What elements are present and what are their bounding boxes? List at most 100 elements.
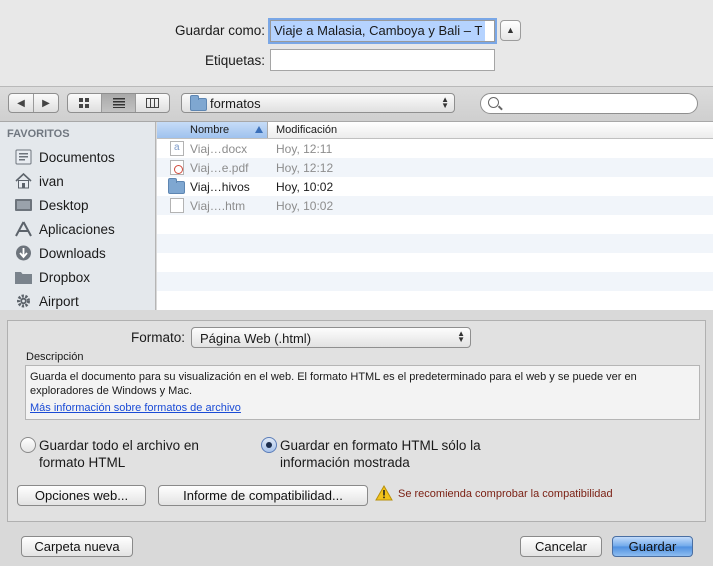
back-button[interactable]: ◀ xyxy=(9,94,34,112)
file-modified: Hoy, 10:02 xyxy=(276,199,334,213)
search-input[interactable] xyxy=(503,96,688,111)
tags-input[interactable] xyxy=(270,49,495,71)
folder-icon xyxy=(190,95,207,111)
sidebar-item-label: Aplicaciones xyxy=(39,221,115,237)
table-row[interactable]: Viaj….htm Hoy, 10:02 xyxy=(157,196,713,215)
downloads-icon xyxy=(14,245,33,261)
file-list: Nombre Modificación Viaj…docx Hoy, 12:11… xyxy=(157,122,713,310)
list-view-button[interactable] xyxy=(102,94,136,112)
name-column-header[interactable]: Nombre xyxy=(157,122,268,138)
sidebar-item-documentos[interactable]: Documentos xyxy=(14,145,115,169)
sidebar-item-label: Airport xyxy=(39,293,79,309)
new-folder-button[interactable]: Carpeta nueva xyxy=(21,536,133,557)
save-header: Guardar como: Viaje a Malasia, Camboya y… xyxy=(0,0,713,86)
icon-view-button[interactable] xyxy=(68,94,102,112)
chevron-updown-icon: ▲ ▼ xyxy=(457,329,465,344)
format-select[interactable]: Página Web (.html) ▲ ▼ xyxy=(191,327,471,348)
tags-label: Etiquetas: xyxy=(204,53,265,68)
table-row[interactable]: Viaj…hivos Hoy, 10:02 xyxy=(157,177,713,196)
file-modified: Hoy, 10:02 xyxy=(276,180,334,194)
sidebar-item-aplicaciones[interactable]: Aplicaciones xyxy=(14,217,115,241)
table-row[interactable]: Viaj…docx Hoy, 12:11 xyxy=(157,139,713,158)
sort-ascending-icon xyxy=(255,126,263,133)
triangle-up-icon: ▲ xyxy=(506,25,515,35)
modified-column-header[interactable]: Modificación xyxy=(276,122,337,138)
back-arrow-icon: ◀ xyxy=(17,97,25,109)
filename-input[interactable]: Viaje a Malasia, Camboya y Bali – T xyxy=(270,20,495,42)
file-name: Viaj…docx xyxy=(190,142,248,156)
list-icon xyxy=(112,98,125,108)
table-row[interactable]: Viaj…e.pdf Hoy, 12:12 xyxy=(157,158,713,177)
empty-row xyxy=(157,253,713,272)
sidebar-item-label: ivan xyxy=(39,173,64,189)
column-view-button[interactable] xyxy=(136,94,169,112)
gear-icon xyxy=(14,293,33,309)
save-shown-label-line1: Guardar en formato HTML sólo la xyxy=(280,438,481,453)
empty-row xyxy=(157,215,713,234)
save-shown-label-line2: información mostrada xyxy=(280,455,410,470)
save-all-label: Guardar todo el archivo en formato HTML xyxy=(39,437,199,471)
word-document-icon xyxy=(170,141,184,156)
file-modified: Hoy, 12:12 xyxy=(276,161,334,175)
save-all-label-line2: formato HTML xyxy=(39,455,126,470)
sidebar-item-ivan[interactable]: ivan xyxy=(14,169,64,193)
desktop-icon xyxy=(14,197,33,213)
html-document-icon xyxy=(170,198,184,213)
format-label: Formato: xyxy=(131,330,186,345)
save-all-radio[interactable] xyxy=(20,437,36,453)
format-options-panel: Formato: Página Web (.html) ▲ ▼ Descripci… xyxy=(7,320,706,522)
save-all-label-line1: Guardar todo el archivo en xyxy=(39,438,199,453)
save-shown-label: Guardar en formato HTML sólo la informac… xyxy=(280,437,481,471)
location-popup[interactable]: formatos ▲ ▼ xyxy=(181,93,455,113)
grid-icon xyxy=(79,98,89,108)
save-button[interactable]: Guardar xyxy=(612,536,693,557)
chevron-updown-icon: ▲ ▼ xyxy=(441,95,449,110)
home-icon xyxy=(14,172,33,189)
folder-icon xyxy=(168,178,185,194)
compatibility-warning: Se recomienda comprobar la compatibilida… xyxy=(398,488,613,500)
save-as-label: Guardar como: xyxy=(174,23,265,38)
name-column-label: Nombre xyxy=(190,124,230,136)
sidebar-item-label: Documentos xyxy=(39,149,115,165)
sidebar: FAVORITOS Documentos ivan Desktop Aplica… xyxy=(0,122,156,310)
search-icon xyxy=(488,97,499,108)
format-value: Página Web (.html) xyxy=(200,331,312,346)
description-box: Guarda el documento para su visualizació… xyxy=(25,365,700,420)
save-all-option[interactable]: Guardar todo el archivo en formato HTML xyxy=(20,430,242,476)
sidebar-item-downloads[interactable]: Downloads xyxy=(14,241,106,265)
file-list-header: Nombre Modificación xyxy=(157,122,713,139)
pdf-document-icon xyxy=(170,160,184,175)
sidebar-item-desktop[interactable]: Desktop xyxy=(14,193,89,217)
save-shown-option[interactable]: Guardar en formato HTML sólo la informac… xyxy=(261,430,541,476)
sidebar-item-dropbox[interactable]: Dropbox xyxy=(14,265,90,289)
filename-text: Viaje a Malasia, Camboya y Bali – T xyxy=(271,21,486,41)
web-options-button[interactable]: Opciones web... xyxy=(17,485,146,506)
documents-icon xyxy=(14,149,33,165)
empty-row xyxy=(157,272,713,291)
sidebar-item-label: Downloads xyxy=(39,245,106,261)
expand-dialog-button[interactable]: ▲ xyxy=(500,20,521,41)
location-text: formatos xyxy=(210,96,261,111)
empty-row xyxy=(157,291,713,310)
empty-row xyxy=(157,234,713,253)
file-name: Viaj…hivos xyxy=(190,180,250,194)
sidebar-item-airport[interactable]: Airport xyxy=(14,289,79,310)
sidebar-item-label: Desktop xyxy=(39,197,89,213)
forward-arrow-icon: ▶ xyxy=(42,97,50,109)
forward-button[interactable]: ▶ xyxy=(34,94,58,112)
favorites-heading: FAVORITOS xyxy=(7,128,70,140)
save-shown-radio[interactable] xyxy=(261,437,277,453)
compatibility-report-button[interactable]: Informe de compatibilidad... xyxy=(158,485,368,506)
sidebar-item-label: Dropbox xyxy=(39,269,91,285)
format-info-link[interactable]: Más información sobre formatos de archiv… xyxy=(30,401,695,415)
warning-icon xyxy=(375,485,393,501)
view-mode-control xyxy=(67,93,170,113)
browser-toolbar: ◀ ▶ formatos ▲ ▼ xyxy=(0,86,713,122)
file-name: Viaj….htm xyxy=(190,199,246,213)
file-name: Viaj…e.pdf xyxy=(190,161,249,175)
back-forward-control: ◀ ▶ xyxy=(8,93,59,113)
folder-icon xyxy=(14,269,33,285)
cancel-button[interactable]: Cancelar xyxy=(520,536,602,557)
columns-icon xyxy=(146,98,159,108)
search-field[interactable] xyxy=(480,93,698,114)
